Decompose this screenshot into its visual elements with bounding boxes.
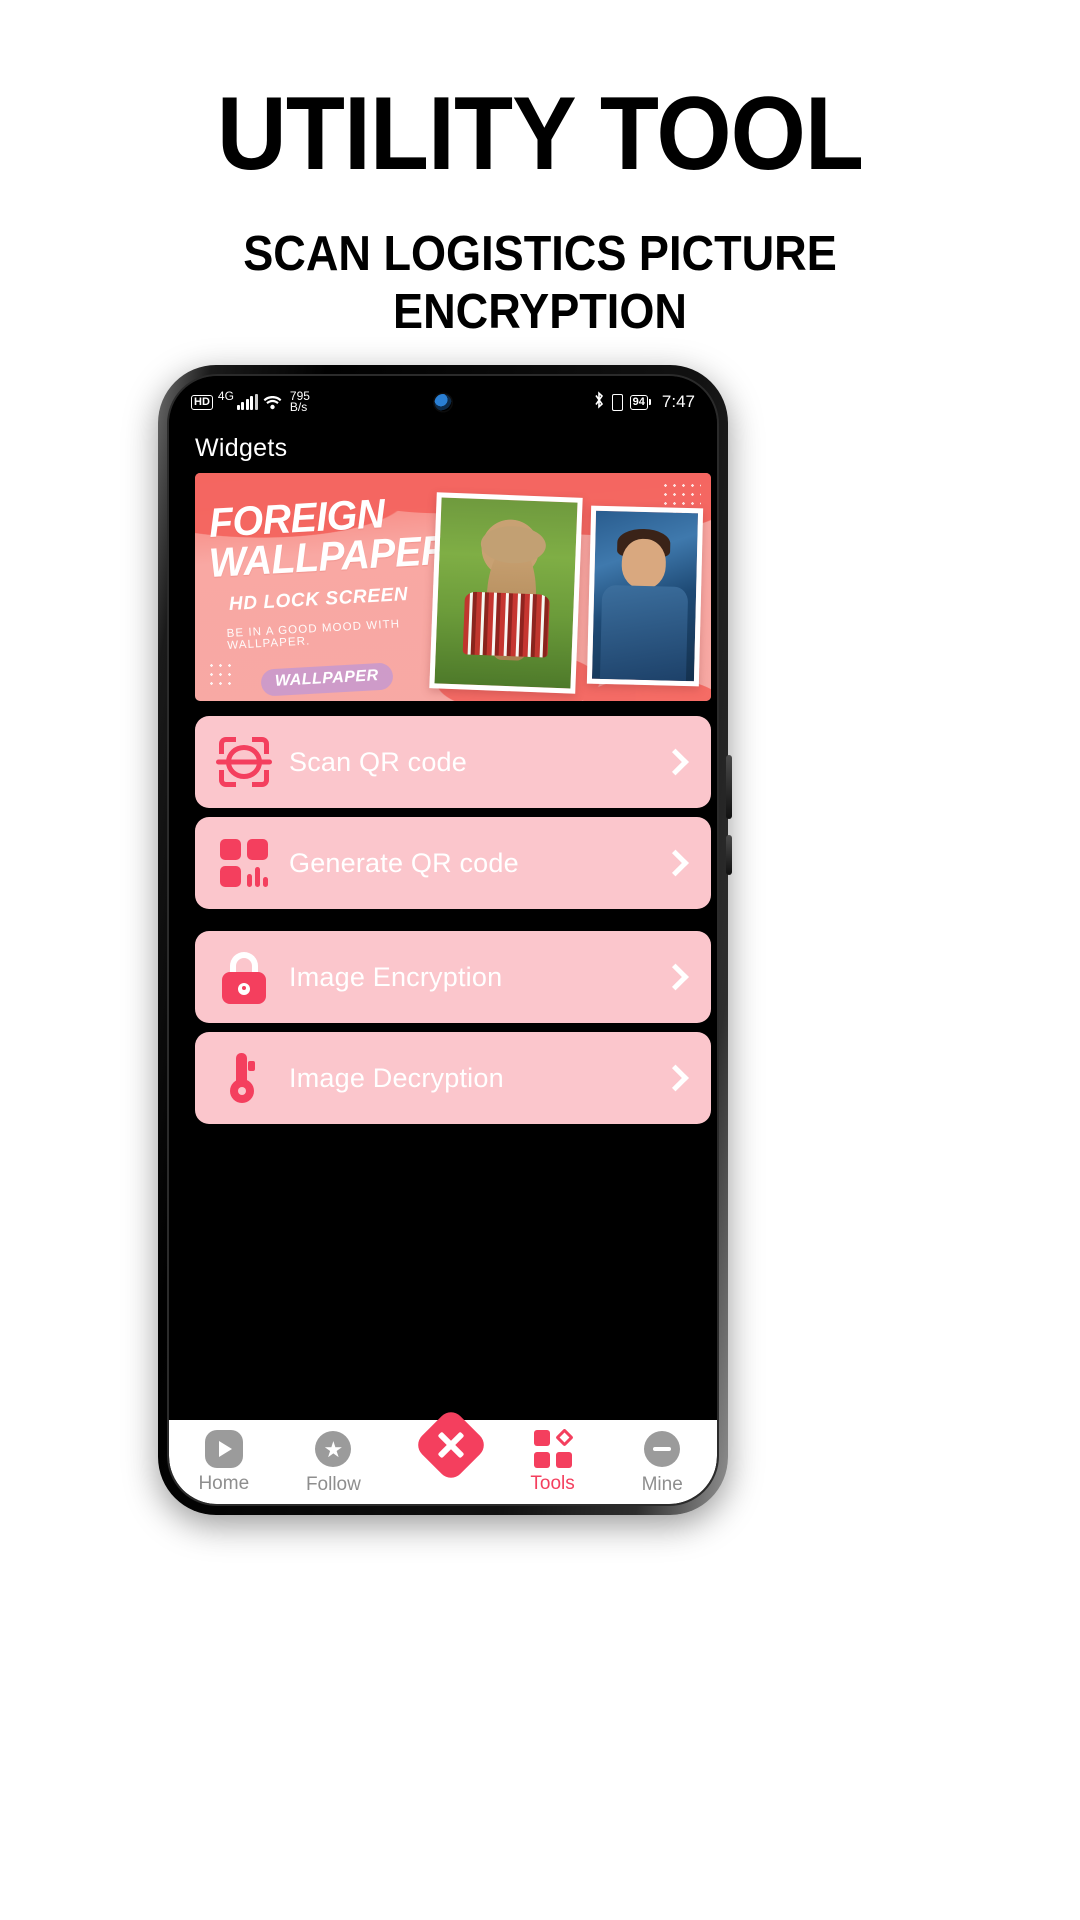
battery-cap <box>648 399 651 405</box>
poster-subheadline-line2: ENCRYPTION <box>393 284 687 339</box>
nav-item-create[interactable] <box>388 1406 498 1484</box>
bluetooth-icon <box>593 390 605 414</box>
network-speed-unit: B/s <box>289 400 308 414</box>
photo-face <box>620 538 667 590</box>
photo-plaid-shirt <box>462 591 550 658</box>
chevron-right-icon <box>662 1064 689 1092</box>
poster-headline: UTILITY TOOL <box>216 76 864 192</box>
phone-power-button[interactable] <box>726 755 732 819</box>
banner-photo-woman <box>429 492 583 694</box>
wifi-icon <box>263 395 282 410</box>
tool-row-label: Generate QR code <box>289 847 519 878</box>
scan-qr-icon <box>215 733 273 791</box>
nav-item-label: Tools <box>530 1473 575 1494</box>
star-icon <box>314 1431 352 1469</box>
photo-jacket <box>600 584 689 682</box>
play-icon <box>204 1430 243 1468</box>
page-title: Widgets <box>195 434 288 462</box>
banner-chip-label: WALLPAPER <box>260 662 394 698</box>
chevron-right-icon <box>662 748 689 776</box>
status-bar-clock: 7:47 <box>661 392 695 411</box>
tool-row-generate-qr[interactable]: Generate QR code <box>195 817 711 909</box>
nav-item-tools[interactable]: Tools <box>498 1428 608 1495</box>
phone-mockup: HD 4G 795 B/s 94 7:47 Widgets FOREIGN WA… <box>158 365 732 1515</box>
plus-icon <box>412 1406 490 1484</box>
grid-icon <box>533 1428 574 1468</box>
vibrate-icon <box>611 393 623 411</box>
tool-row-scan-qr[interactable]: Scan QR code <box>195 716 711 808</box>
person-icon <box>643 1431 681 1469</box>
generate-qr-icon <box>215 834 273 892</box>
lock-icon <box>215 948 273 1006</box>
tool-row-label: Image Encryption <box>289 961 503 992</box>
phone-screen: HD 4G 795 B/s 94 7:47 Widgets FOREIGN WA… <box>169 376 717 1504</box>
network-generation-label: 4G <box>217 389 234 403</box>
status-bar-right: 94 7:47 <box>593 390 695 414</box>
hd-badge-icon: HD <box>191 394 213 410</box>
battery-icon: 94 <box>629 394 651 410</box>
network-speed-indicator: 795 B/s <box>289 390 310 414</box>
bottom-navigation-bar: Home Follow Tools <box>169 1406 717 1504</box>
nav-item-follow[interactable]: Follow <box>279 1430 389 1496</box>
battery-level-label: 94 <box>629 394 648 410</box>
nav-item-label: Mine <box>641 1474 683 1495</box>
nav-item-home[interactable]: Home <box>169 1430 279 1495</box>
status-bar: HD 4G 795 B/s 94 7:47 <box>169 376 717 428</box>
photo-hat <box>479 525 547 565</box>
status-bar-left: HD 4G 795 B/s <box>191 389 310 414</box>
poster-subheadline: SCAN LOGISTICS PICTURE ENCRYPTION <box>43 226 1037 342</box>
tool-row-image-decryption[interactable]: Image Decryption <box>195 1032 711 1124</box>
nav-item-label: Follow <box>305 1474 361 1495</box>
tool-row-label: Scan QR code <box>289 746 467 777</box>
promo-banner[interactable]: FOREIGN WALLPAPER HD LOCK SCREEN BE IN A… <box>195 473 711 701</box>
key-icon <box>215 1049 273 1107</box>
nav-item-mine[interactable]: Mine <box>607 1430 717 1496</box>
chevron-right-icon <box>662 849 689 877</box>
poster-subheadline-line1: SCAN LOGISTICS PICTURE <box>243 227 837 281</box>
tool-list: Scan QR code Generate QR code Image Encr… <box>195 716 711 1133</box>
banner-photo-man <box>586 505 704 687</box>
tool-row-label: Image Decryption <box>289 1062 504 1093</box>
tool-row-image-encryption[interactable]: Image Encryption <box>195 931 711 1023</box>
nav-item-label: Home <box>198 1473 250 1494</box>
poster-text-block: UTILITY TOOL SCAN LOGISTICS PICTURE ENCR… <box>0 82 1080 342</box>
banner-line-2: WALLPAPER <box>207 526 450 586</box>
phone-volume-button[interactable] <box>726 835 732 875</box>
chevron-right-icon <box>662 963 689 991</box>
poster-page: UTILITY TOOL SCAN LOGISTICS PICTURE ENCR… <box>0 0 1080 1920</box>
front-camera-icon <box>434 394 452 411</box>
phone-bezel: HD 4G 795 B/s 94 7:47 Widgets FOREIGN WA… <box>167 374 719 1506</box>
signal-bars-icon <box>236 394 258 410</box>
